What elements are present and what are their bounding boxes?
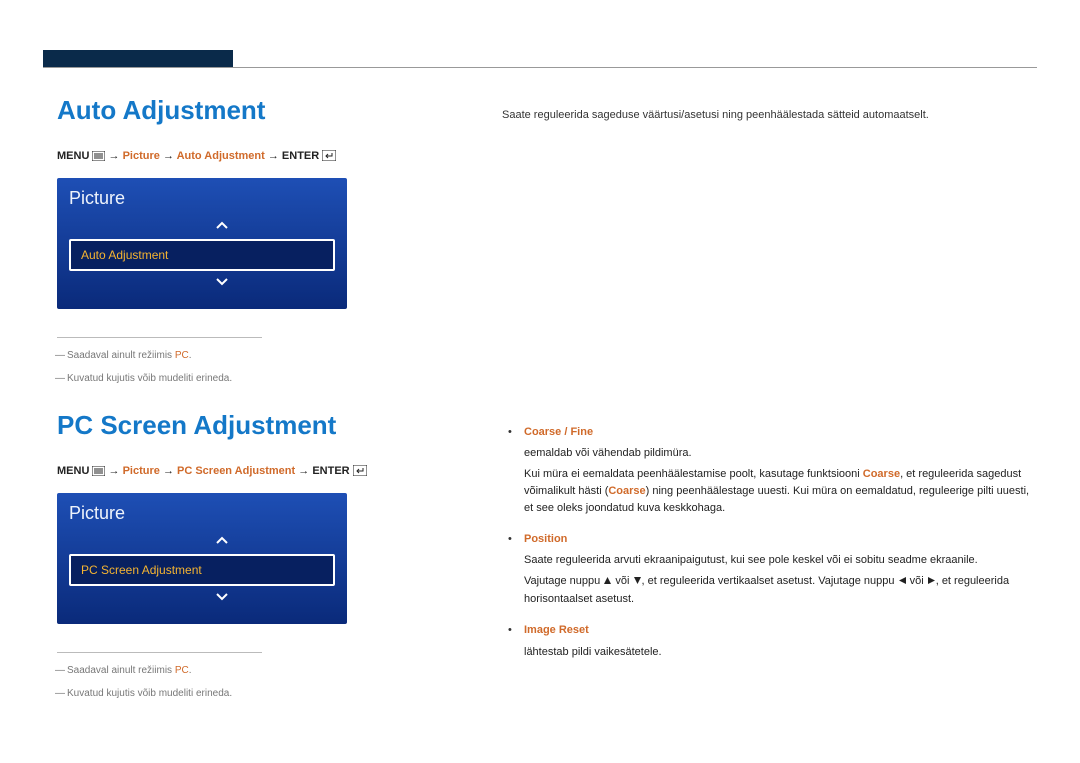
note-text: .	[189, 665, 192, 676]
bullet-body: eemaldab või vähendab pildimüra.	[524, 445, 1037, 462]
divider	[57, 652, 262, 653]
nav-enter-label: ENTER	[282, 150, 319, 162]
nav-picture: Picture	[123, 150, 160, 162]
osd-up-arrow[interactable]	[109, 530, 335, 554]
text: Kui müra ei eemaldata peenhäälestamise p…	[524, 468, 863, 480]
nav-auto-adjustment: Auto Adjustment	[177, 150, 265, 162]
divider	[57, 337, 262, 338]
header-marker	[43, 50, 233, 67]
osd-selected-item[interactable]: PC Screen Adjustment	[69, 554, 335, 586]
nav-menu-label: MENU	[57, 465, 89, 477]
bullet-body: Kui müra ei eemaldata peenhäälestamise p…	[524, 466, 1037, 517]
note-text: .	[189, 350, 192, 361]
section-title-pc-screen-adjustment: PC Screen Adjustment	[57, 410, 412, 441]
text: Vajutage nuppu	[524, 575, 603, 587]
menu-icon	[92, 466, 105, 479]
triangle-left-icon	[898, 574, 907, 591]
bullet-coarse-fine: Coarse / Fine eemaldab või vähendab pild…	[502, 424, 1037, 517]
text: , et reguleerida vertikaalset asetust. V…	[642, 575, 898, 587]
osd-down-arrow[interactable]	[109, 271, 335, 295]
text: või	[612, 575, 632, 587]
note-text: Saadaval ainult režiimis	[67, 350, 175, 361]
enter-icon	[322, 150, 336, 164]
enter-icon	[353, 465, 367, 479]
osd-selected-item[interactable]: Auto Adjustment	[69, 239, 335, 271]
bullet-body: lähtestab pildi vaikesätetele.	[524, 644, 1037, 661]
note-image-vary-1: Kuvatud kujutis võib mudeliti erineda.	[57, 371, 412, 386]
bullet-list: Coarse / Fine eemaldab või vähendab pild…	[502, 424, 1037, 661]
note-pc: PC	[175, 350, 189, 361]
osd-panel-title: Picture	[69, 188, 335, 209]
osd-down-arrow[interactable]	[109, 586, 335, 610]
nav-enter-label: ENTER	[312, 465, 349, 477]
osd-panel-pc-screen: Picture PC Screen Adjustment	[57, 493, 347, 624]
triangle-right-icon	[927, 574, 936, 591]
section-title-auto-adjustment: Auto Adjustment	[57, 95, 412, 126]
nav-path-auto-adjustment: MENU → Picture → Auto Adjustment → ENTER	[57, 150, 412, 164]
header-rule	[43, 67, 1037, 68]
osd-up-arrow[interactable]	[109, 215, 335, 239]
nav-picture: Picture	[123, 465, 160, 477]
nav-arrow: →	[109, 150, 120, 162]
triangle-down-icon	[633, 574, 642, 591]
note-pc-only-1: Saadaval ainult režiimis PC.	[57, 348, 412, 363]
note-pc: PC	[175, 665, 189, 676]
triangle-up-icon	[603, 574, 612, 591]
nav-path-pc-screen: MENU → Picture → PC Screen Adjustment → …	[57, 465, 412, 479]
note-text: Saadaval ainult režiimis	[67, 665, 175, 676]
note-image-vary-2: Kuvatud kujutis võib mudeliti erineda.	[57, 686, 412, 701]
bullet-position: Position Saate reguleerida arvuti ekraan…	[502, 531, 1037, 608]
menu-icon	[92, 151, 105, 164]
text-strong: Coarse	[608, 485, 645, 497]
bullet-body: Saate reguleerida arvuti ekraanipaigutus…	[524, 552, 1037, 569]
nav-arrow: →	[163, 150, 174, 162]
nav-arrow: →	[298, 465, 309, 477]
intro-text: Saate reguleerida sageduse väärtusi/aset…	[502, 107, 1037, 124]
osd-panel-title: Picture	[69, 503, 335, 524]
bullet-title: Coarse / Fine	[524, 426, 593, 438]
text: või	[907, 575, 927, 587]
nav-arrow: →	[268, 150, 279, 162]
note-pc-only-2: Saadaval ainult režiimis PC.	[57, 663, 412, 678]
bullet-body: Vajutage nuppu või , et reguleerida vert…	[524, 573, 1037, 608]
osd-panel-auto-adjustment: Picture Auto Adjustment	[57, 178, 347, 309]
nav-pc-screen: PC Screen Adjustment	[177, 465, 295, 477]
nav-arrow: →	[109, 465, 120, 477]
text-strong: Coarse	[863, 468, 900, 480]
bullet-title: Position	[524, 533, 567, 545]
bullet-title: Image Reset	[524, 624, 589, 636]
nav-arrow: →	[163, 465, 174, 477]
bullet-image-reset: Image Reset lähtestab pildi vaikesätetel…	[502, 622, 1037, 660]
nav-menu-label: MENU	[57, 150, 89, 162]
